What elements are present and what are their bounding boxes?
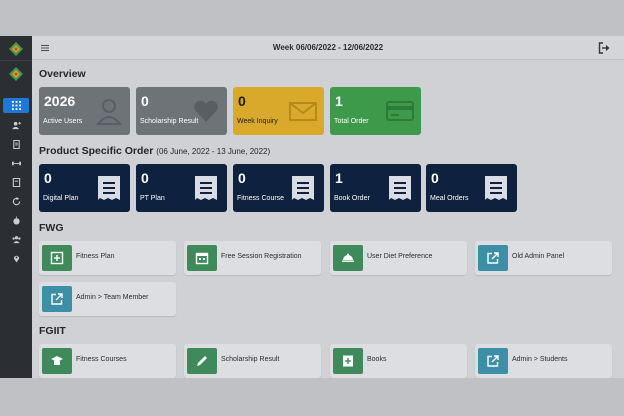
pen-icon [187, 348, 217, 374]
order-card-book-order[interactable]: 1 Book Order [330, 164, 421, 212]
overview-heading: Overview [39, 68, 86, 80]
external-link-icon [478, 348, 508, 374]
card-value: 0 [141, 170, 149, 186]
fgiit-tile-scholarship-result[interactable]: Scholarship Result [184, 344, 321, 378]
graduation-icon [42, 348, 72, 374]
receipt-icon [481, 173, 511, 203]
tile-label: User Diet Preference [367, 253, 433, 260]
sidebar-item-refresh[interactable] [3, 194, 29, 209]
product-order-title: Product Specific Order [39, 145, 154, 157]
sidebar-divider [0, 60, 32, 61]
sidebar-item-dashboard[interactable] [3, 98, 29, 113]
card-value: 1 [335, 93, 343, 109]
receipt-icon [191, 173, 221, 203]
overview-card-scholarship-result[interactable]: 0 Scholarship Result [136, 87, 227, 135]
sidebar [0, 36, 32, 378]
plus-square-icon [42, 245, 72, 271]
user-icon [94, 96, 124, 126]
card-label: Meal Orders [430, 195, 469, 202]
refresh-icon [12, 197, 20, 206]
card-value: 0 [44, 170, 52, 186]
card-value: 2026 [44, 93, 76, 109]
card-label: Active Users [43, 118, 83, 125]
card-label: Scholarship Result [140, 118, 199, 125]
card-value: 0 [141, 93, 149, 109]
dashboard-grid-icon [11, 101, 21, 110]
dumbbell-icon [11, 161, 21, 166]
fwg-heading: FWG [39, 222, 64, 234]
receipt-icon [385, 173, 415, 203]
order-card-meal-orders[interactable]: 0 Meal Orders [426, 164, 517, 212]
book-icon [12, 178, 20, 187]
tile-label: Books [367, 356, 387, 363]
sidebar-item-fitness[interactable] [3, 156, 29, 171]
card-label: Book Order [334, 195, 370, 202]
order-card-pt-plan[interactable]: 0 PT Plan [136, 164, 227, 212]
apple-icon [12, 216, 20, 225]
tile-label: Admin > Students [512, 356, 568, 363]
fwg-tile-free-session-registration[interactable]: Free Session Registration [184, 241, 321, 275]
document-icon [12, 140, 20, 149]
receipt-icon [288, 173, 318, 203]
sidebar-item-books[interactable] [3, 175, 29, 190]
card-label: Fitness Course [237, 195, 285, 202]
tile-label: Fitness Plan [76, 253, 115, 260]
fwg-tile-admin-team-member[interactable]: Admin > Team Member [39, 282, 176, 316]
brand-logo-secondary-icon[interactable] [8, 66, 24, 82]
fgiit-tile-admin-students[interactable]: Admin > Students [475, 344, 612, 378]
diet-tray-icon [333, 245, 363, 271]
week-range-label: Week 06/06/2022 - 12/06/2022 [272, 43, 384, 52]
users-icon [11, 236, 21, 244]
card-value: 0 [238, 170, 246, 186]
book-plus-icon [333, 348, 363, 374]
card-label: Digital Plan [43, 195, 79, 202]
external-link-icon [478, 245, 508, 271]
receipt-icon [94, 173, 124, 203]
tile-label: Old Admin Panel [512, 253, 565, 260]
fgiit-heading: FGIIT [39, 325, 66, 337]
overview-card-week-inquiry[interactable]: 0 Week Inquiry [233, 87, 324, 135]
fwg-tile-old-admin-panel[interactable]: Old Admin Panel [475, 241, 612, 275]
order-card-fitness-course[interactable]: 0 Fitness Course [233, 164, 324, 212]
tile-label: Fitness Courses [76, 356, 127, 363]
fwg-tile-fitness-plan[interactable]: Fitness Plan [39, 241, 176, 275]
card-label: Week Inquiry [237, 118, 278, 125]
app-frame: Week 06/06/2022 - 12/06/2022 Overview 20… [0, 36, 624, 378]
envelope-icon [288, 96, 318, 126]
logout-icon[interactable] [598, 42, 610, 54]
map-pin-icon [13, 255, 19, 263]
external-link-icon [42, 286, 72, 312]
card-value: 1 [335, 170, 343, 186]
product-order-heading: Product Specific Order (06 June, 2022 - … [39, 145, 270, 157]
sidebar-item-team[interactable] [3, 232, 29, 247]
tile-label: Free Session Registration [221, 253, 302, 260]
fgiit-tile-fitness-courses[interactable]: Fitness Courses [39, 344, 176, 378]
fwg-tile-user-diet-preference[interactable]: User Diet Preference [330, 241, 467, 275]
card-value: 0 [431, 170, 439, 186]
user-plus-icon [11, 121, 21, 130]
overview-card-active-users[interactable]: 2026 Active Users [39, 87, 130, 135]
order-card-digital-plan[interactable]: 0 Digital Plan [39, 164, 130, 212]
card-value: 0 [238, 93, 246, 109]
card-label: Total Order [334, 118, 369, 125]
overview-card-total-order[interactable]: 1 Total Order [330, 87, 421, 135]
sidebar-item-documents[interactable] [3, 137, 29, 152]
sidebar-item-location[interactable] [3, 251, 29, 266]
product-order-date-range: (06 June, 2022 - 13 June, 2022) [156, 147, 271, 156]
fgiit-tile-books[interactable]: Books [330, 344, 467, 378]
sidebar-item-users[interactable] [3, 118, 29, 133]
tile-label: Scholarship Result [221, 356, 280, 363]
sidebar-item-diet[interactable] [3, 213, 29, 228]
calendar-icon [187, 245, 217, 271]
tile-label: Admin > Team Member [76, 294, 149, 301]
card-label: PT Plan [140, 195, 165, 202]
credit-card-icon [385, 96, 415, 126]
brand-logo-icon[interactable] [8, 41, 24, 57]
heart-icon [191, 96, 221, 126]
topbar: Week 06/06/2022 - 12/06/2022 [32, 36, 624, 60]
